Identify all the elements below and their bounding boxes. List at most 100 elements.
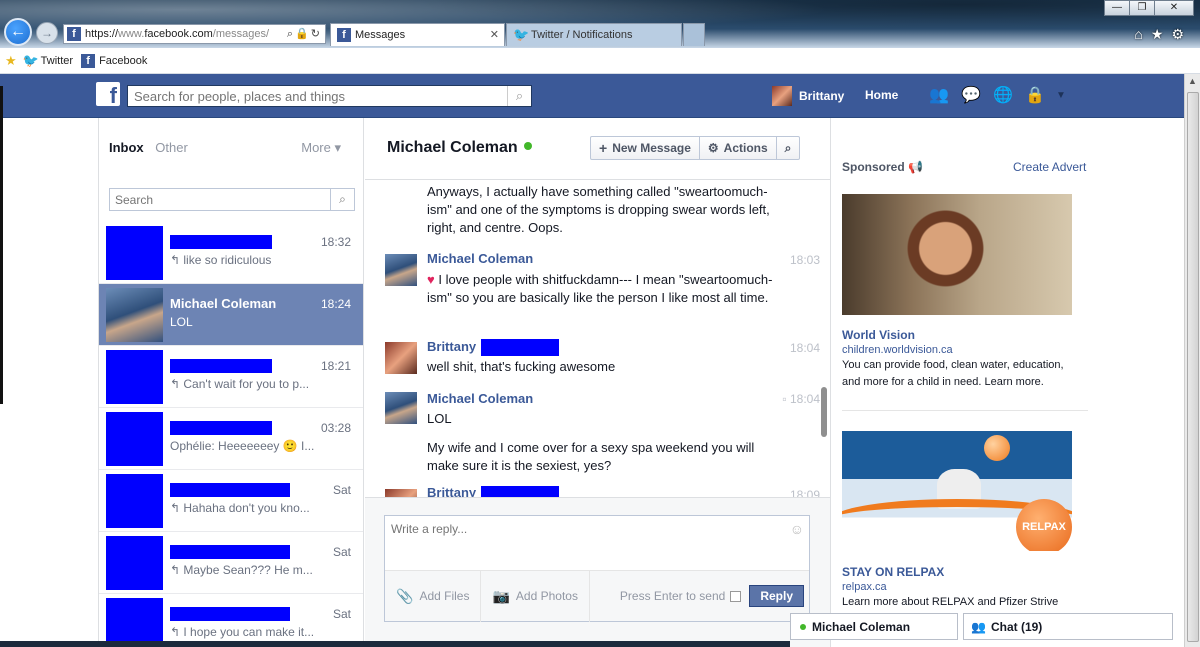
address-bar-icons[interactable]: ⌕🔒↻ xyxy=(287,27,322,41)
message-sender[interactable]: Brittany xyxy=(427,339,476,354)
search-conversation-button[interactable]: ⌕ xyxy=(777,137,800,159)
search-icon[interactable]: ⌕ xyxy=(330,189,354,210)
paperclip-icon: 📎 xyxy=(396,587,414,604)
minimize-button[interactable]: — xyxy=(1104,0,1130,16)
thread-item[interactable]: Sat ↰ I hope you can make it... xyxy=(99,594,363,647)
reply-button[interactable]: Reply xyxy=(749,585,804,607)
inbox-search-input[interactable] xyxy=(110,189,330,210)
thread-item[interactable]: Sat ↰ Maybe Sean??? He m... xyxy=(99,532,363,594)
add-files-button[interactable]: 📎 Add Files xyxy=(385,570,482,622)
friends-icon: 👥 xyxy=(971,619,986,634)
seen-icon: ▫ xyxy=(782,392,787,406)
messages-icon[interactable]: 💬 xyxy=(960,84,982,106)
scroll-up-icon[interactable]: ▲ xyxy=(1188,76,1197,86)
avatar xyxy=(772,86,792,106)
reply-input[interactable] xyxy=(385,516,785,566)
redacted-name xyxy=(481,339,559,356)
redacted-avatar xyxy=(106,226,163,280)
tab-other[interactable]: Other xyxy=(155,140,188,155)
search-icon: ⌕ xyxy=(784,140,792,155)
conversation-panel: Michael Coleman + New Message ⚙ Actions ⌕ … xyxy=(365,118,830,647)
message-sender[interactable]: Michael Coleman xyxy=(427,251,533,266)
page-scrollbar[interactable]: ▲ xyxy=(1184,74,1200,647)
reply-box: ☺ 📎 Add Files 📷 Add Photos Press Enter to … xyxy=(384,515,810,622)
browser-back-button[interactable]: ← xyxy=(4,18,32,46)
ad-image-world-vision[interactable] xyxy=(842,194,1072,315)
thread-item[interactable]: 03:28 Ophélie: Heeeeeeey 🙂 I... xyxy=(99,408,363,470)
ad-title[interactable]: STAY ON RELPAX xyxy=(842,565,944,579)
thread-time: 03:28 xyxy=(320,421,351,435)
add-photos-button[interactable]: 📷 Add Photos xyxy=(481,570,590,622)
thread-item[interactable]: 18:21 ↰ Can't wait for you to p... xyxy=(99,346,363,408)
restore-button[interactable]: ❐ xyxy=(1129,0,1155,16)
twitter-bird-icon: 🐦 xyxy=(513,27,530,42)
facebook-search-input[interactable] xyxy=(128,86,507,106)
search-icon[interactable]: ⌕ xyxy=(507,86,531,106)
tab-inbox[interactable]: Inbox xyxy=(109,140,144,155)
favorites-bar: ★ 🐦 Twitter f Facebook xyxy=(0,48,1200,74)
redacted-name xyxy=(170,607,290,621)
message-text: My wife and I come over for a sexy spa w… xyxy=(427,440,755,473)
facebook-top-bar: f ⌕ Brittany Home 👥 💬 🌐 🔒 ▼ xyxy=(0,74,1184,118)
press-enter-toggle[interactable]: Press Enter to send xyxy=(620,589,742,603)
refresh-icon[interactable]: ↻ xyxy=(311,28,322,40)
facebook-logo-icon[interactable]: f xyxy=(96,82,120,106)
conversation-title-text[interactable]: Michael Coleman xyxy=(387,139,518,156)
create-advert-link[interactable]: Create Advert xyxy=(1013,160,1086,174)
thread-time: Sat xyxy=(332,607,351,621)
online-status-icon xyxy=(523,142,532,150)
close-window-button[interactable]: ✕ xyxy=(1154,0,1194,16)
tab-twitter-notifications[interactable]: 🐦 Twitter / Notifications xyxy=(506,23,682,46)
more-dropdown[interactable]: More ▾ xyxy=(301,140,341,156)
url-subdomain: www. xyxy=(118,28,145,40)
chat-sidebar-toggle[interactable]: 👥 Chat (19) xyxy=(963,613,1173,640)
tab-label: Twitter / Notifications xyxy=(531,29,633,41)
thread-time: 18:24 xyxy=(320,297,351,311)
message-list: Anyways, I actually have something calle… xyxy=(365,181,830,497)
message-text-body: I love people with shitfuckdamn--- I mea… xyxy=(427,272,773,305)
favorites-add-icon[interactable]: ★ xyxy=(5,53,17,69)
address-bar[interactable]: f https://www. facebook.com/messages/ ⌕🔒↻ xyxy=(63,24,326,44)
redacted-avatar xyxy=(106,598,163,647)
lock-icon[interactable]: 🔒 xyxy=(295,28,311,40)
friend-requests-icon[interactable]: 👥 xyxy=(928,84,950,106)
thread-item-selected[interactable]: Michael Coleman 18:24 LOL xyxy=(99,284,363,346)
message-scrollbar[interactable] xyxy=(821,387,827,437)
new-tab-button[interactable] xyxy=(683,23,705,46)
new-message-button[interactable]: + New Message xyxy=(591,137,700,159)
message-sender[interactable]: Michael Coleman xyxy=(427,391,533,406)
scrollbar-thumb[interactable] xyxy=(1187,92,1199,642)
favorite-twitter[interactable]: 🐦 Twitter xyxy=(23,53,73,68)
notifications-globe-icon[interactable]: 🌐 xyxy=(992,84,1014,106)
ad-title[interactable]: World Vision xyxy=(842,328,915,342)
message-sender[interactable]: Brittany xyxy=(427,485,476,497)
search-icon[interactable]: ⌕ xyxy=(287,28,295,40)
ad-image-relpax[interactable]: RELPAX xyxy=(842,431,1072,551)
facebook-favicon-icon: f xyxy=(81,53,96,68)
thread-time: 18:32 xyxy=(320,235,351,249)
ad-url[interactable]: relpax.ca xyxy=(842,581,887,593)
chat-tab-michael-coleman[interactable]: Michael Coleman xyxy=(790,613,958,640)
thread-item[interactable]: Sat ↰ Hahaha don't you kno... xyxy=(99,470,363,532)
press-enter-checkbox[interactable] xyxy=(730,590,742,602)
avatar xyxy=(385,342,417,374)
actions-button[interactable]: ⚙ Actions xyxy=(700,137,777,159)
privacy-shortcuts-icon[interactable]: 🔒 xyxy=(1024,84,1046,106)
thread-list: 18:32 ↰ like so ridiculous Michael Colem… xyxy=(99,222,363,647)
gear-icon[interactable]: ⚙ xyxy=(1171,26,1192,42)
redacted-name xyxy=(170,235,272,249)
emoji-icon[interactable]: ☺ xyxy=(790,521,804,537)
profile-link[interactable]: Brittany xyxy=(772,86,844,106)
browser-forward-button[interactable]: → xyxy=(36,22,58,44)
redacted-avatar xyxy=(106,350,163,404)
tab-messages[interactable]: f Messages ✕ xyxy=(330,23,505,46)
chevron-down-icon[interactable]: ▼ xyxy=(1056,90,1066,101)
home-link[interactable]: Home xyxy=(865,88,898,102)
home-icon[interactable]: ⌂ xyxy=(1134,26,1150,42)
favorites-star-icon[interactable]: ★ xyxy=(1151,26,1172,42)
close-tab-icon[interactable]: ✕ xyxy=(490,28,499,41)
thread-item[interactable]: 18:32 ↰ like so ridiculous xyxy=(99,222,363,284)
favorite-facebook[interactable]: f Facebook xyxy=(81,53,147,68)
message-time: 18:03 xyxy=(789,253,820,267)
ad-url[interactable]: children.worldvision.ca xyxy=(842,344,953,356)
